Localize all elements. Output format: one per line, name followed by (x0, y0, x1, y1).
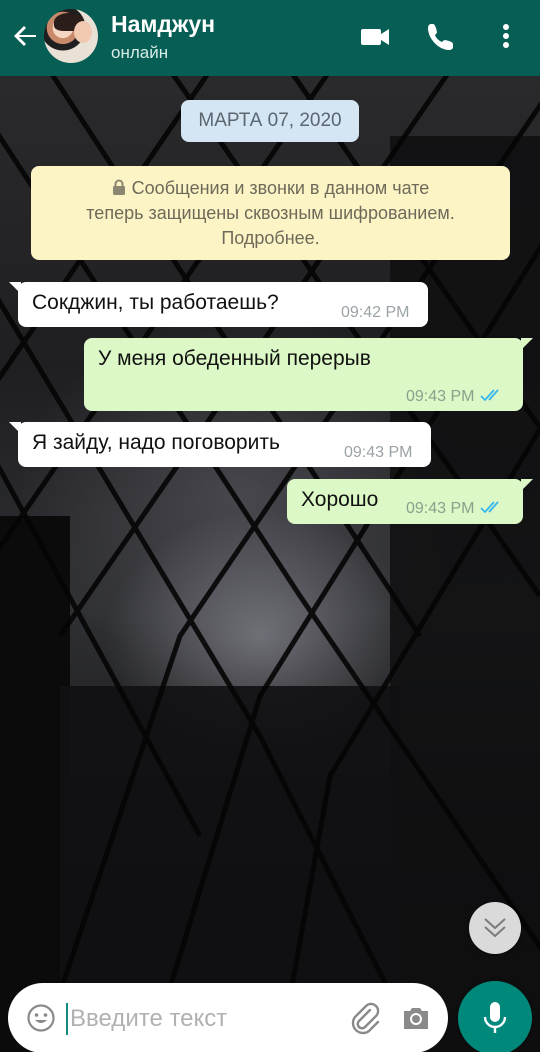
message-bubble-incoming[interactable]: Сокджин, ты работаешь? 09:42 PM (9, 282, 428, 327)
date-divider: МАРТА 07, 2020 (181, 100, 359, 142)
notice-line: теперь защищены сквозным шифрованием. (86, 203, 455, 223)
message-text: Я зайду, надо поговорить (32, 431, 280, 454)
message-time: 09:43 PM (406, 388, 475, 405)
voice-call-icon[interactable] (424, 20, 458, 54)
message-bubble-incoming[interactable]: Я зайду, надо поговорить 09:43 PM (9, 422, 431, 467)
message-text: Сокджин, ты работаешь? (32, 291, 279, 314)
message-time: 09:42 PM (341, 304, 410, 321)
microphone-icon (483, 1002, 507, 1033)
message-bubble-outgoing[interactable]: У меня обеденный перерыв 09:43 PM (84, 338, 533, 411)
read-double-check-icon (480, 389, 500, 402)
message-composer (8, 983, 448, 1052)
more-vert-icon[interactable] (494, 20, 518, 54)
message-text: У меня обеденный перерыв (98, 347, 371, 370)
avatar[interactable] (44, 9, 98, 63)
message-text: Хорошо (301, 488, 379, 511)
message-meta: 09:43 PM (406, 499, 506, 518)
message-time: 09:43 PM (406, 500, 475, 517)
message-bubble-outgoing[interactable]: Хорошо 09:43 PM (287, 479, 533, 524)
scroll-to-bottom-button[interactable] (469, 902, 521, 954)
double-chevron-down-icon (484, 918, 506, 938)
notice-learn-more-link[interactable]: Подробнее. (43, 226, 498, 251)
bubble-tail (521, 338, 533, 350)
chat-header: Намджун онлайн (0, 0, 540, 76)
camera-icon[interactable] (400, 1002, 432, 1034)
contact-status: онлайн (111, 43, 169, 62)
message-input[interactable] (70, 1001, 270, 1037)
bubble-tail (9, 282, 21, 294)
contact-name[interactable]: Намджун (111, 11, 215, 38)
voice-message-button[interactable] (458, 981, 532, 1052)
read-double-check-icon (480, 501, 500, 514)
emoji-icon[interactable] (26, 1003, 56, 1033)
encryption-notice[interactable]: Сообщения и звонки в данном чате теперь … (31, 166, 510, 260)
notice-line: Сообщения и звонки в данном чате (131, 178, 430, 198)
bubble-tail (521, 479, 533, 491)
back-arrow-icon[interactable] (8, 18, 44, 54)
lock-icon (112, 179, 125, 195)
video-call-icon[interactable] (358, 20, 392, 54)
attachment-paperclip-icon[interactable] (348, 1001, 382, 1035)
bubble-tail (9, 422, 21, 434)
text-cursor (66, 1003, 68, 1035)
message-time: 09:43 PM (344, 444, 413, 461)
message-meta: 09:43 PM (406, 387, 506, 406)
